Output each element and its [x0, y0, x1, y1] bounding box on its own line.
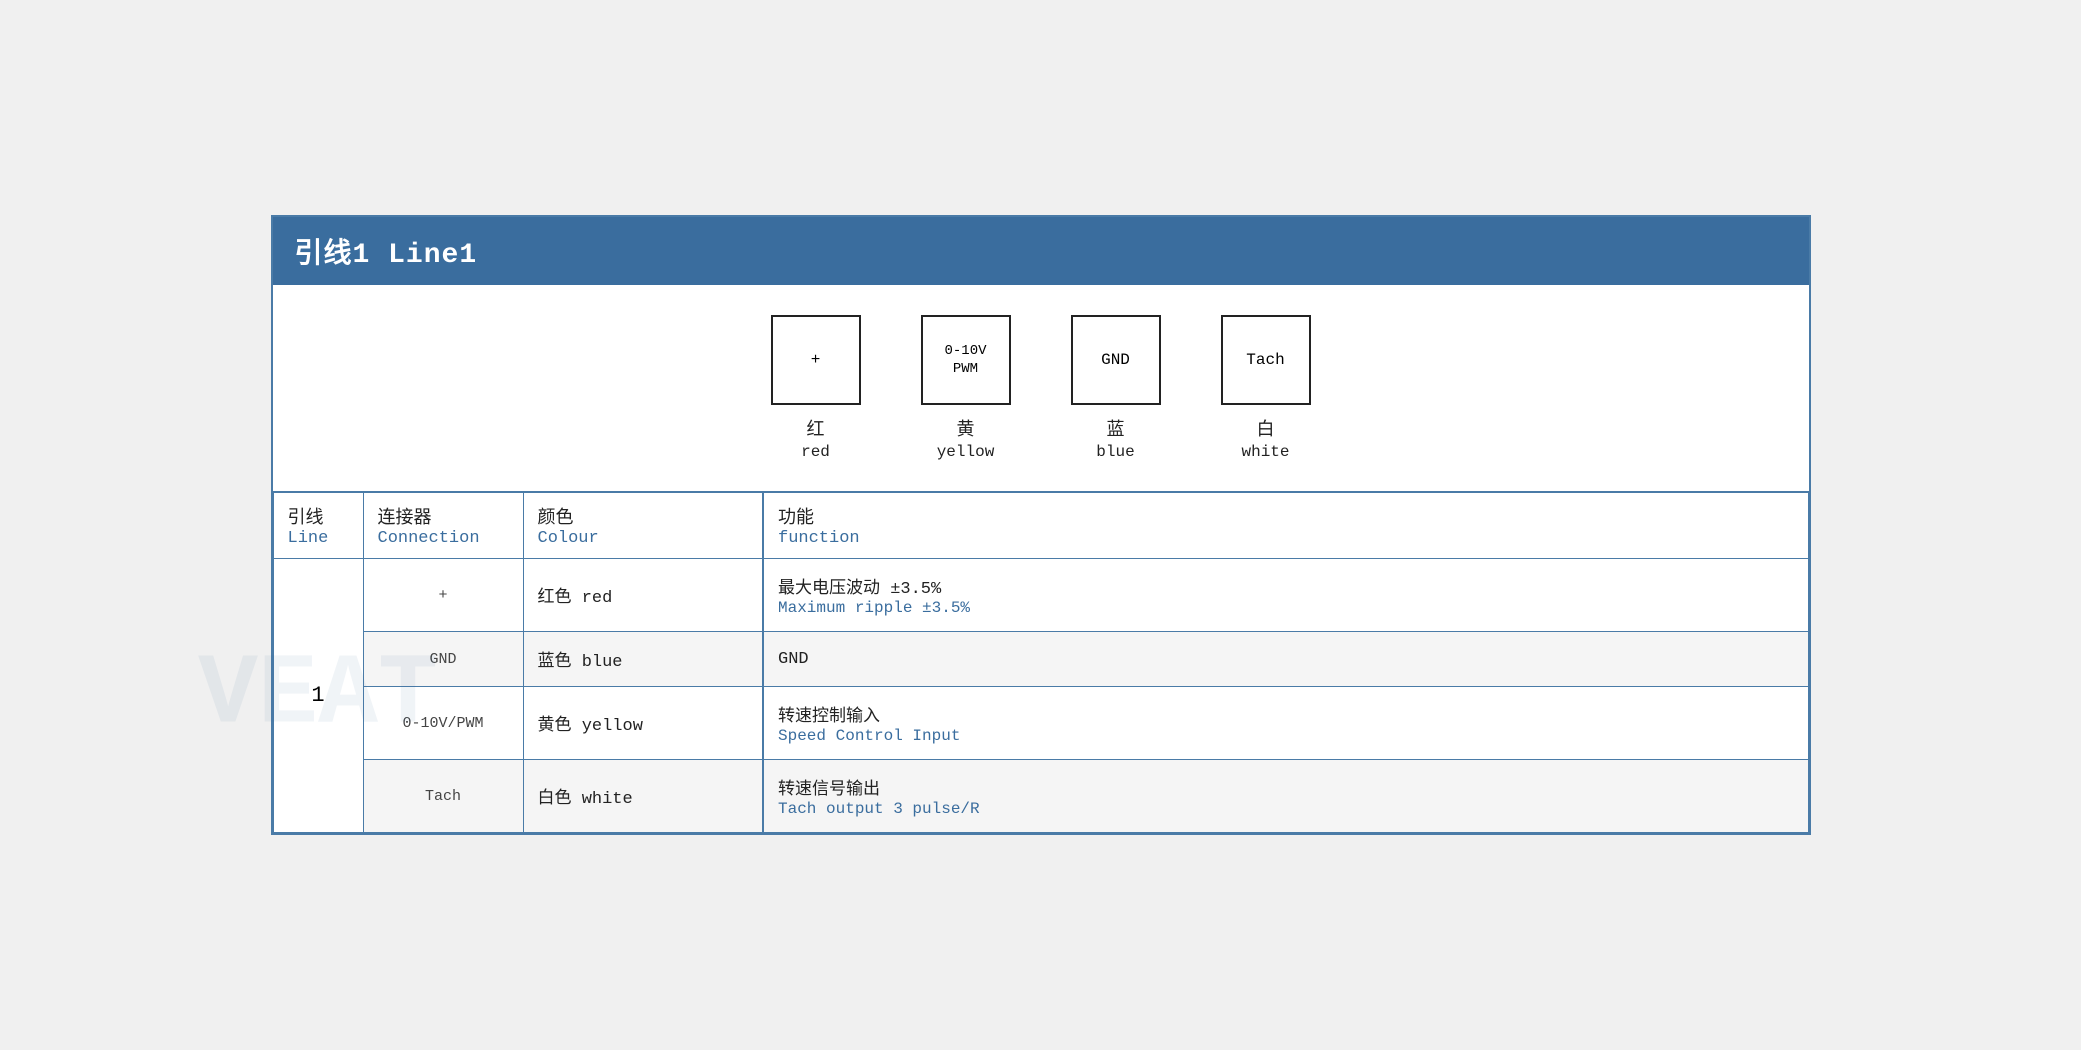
terminal-plus: + 红 red: [771, 315, 861, 461]
conn-gnd: GND: [363, 632, 523, 687]
table-row-1-pwm: 0-10V/PWM 黄色 yellow 转速控制输入 Speed Control…: [273, 687, 1808, 760]
func-zh-gnd: GND: [778, 650, 1794, 669]
terminal-en-red: red: [801, 443, 830, 461]
terminal-en-yellow: yellow: [937, 443, 995, 461]
terminal-label-tach: 白 white: [1241, 415, 1289, 461]
main-container: 引线1 Line1 + 红 red 0-10VPWM: [271, 215, 1811, 835]
colour-white: 白色 white: [523, 760, 763, 833]
header-conn-en: Connection: [378, 529, 509, 548]
colour-red: 红色 red: [523, 559, 763, 632]
table-header-row: 引线 Line 连接器 Connection 颜色 Colour 功能 func…: [273, 492, 1808, 559]
terminal-box-plus: +: [771, 315, 861, 405]
conn-tach: Tach: [363, 760, 523, 833]
terminal-label-plus: 红 red: [801, 415, 830, 461]
terminal-gnd: GND 蓝 blue: [1071, 315, 1161, 461]
header-func-cell: 功能 function: [763, 492, 1808, 559]
header-colour-cell: 颜色 Colour: [523, 492, 763, 559]
func-gnd: GND: [763, 632, 1808, 687]
terminal-en-white: white: [1241, 443, 1289, 461]
func-zh-pwm: 转速控制输入: [778, 701, 1794, 727]
header-colour-en: Colour: [538, 529, 749, 548]
terminal-zh-white: 白: [1256, 415, 1274, 441]
diagram-inner: + 红 red 0-10VPWM 黄 yellow: [293, 315, 1788, 461]
func-en-plus: Maximum ripple ±3.5%: [778, 599, 1794, 617]
table-row-1-tach: Tach 白色 white 转速信号输出 Tach output 3 pulse…: [273, 760, 1808, 833]
func-pwm: 转速控制输入 Speed Control Input: [763, 687, 1808, 760]
terminal-zh-yellow: 黄: [956, 415, 974, 441]
header-func-zh: 功能: [778, 503, 1794, 529]
table-row-1-plus: VEAT 1 + 红色 red 最大电压波动 ±3.5% Maximum rip…: [273, 559, 1808, 632]
terminal-en-blue: blue: [1096, 443, 1134, 461]
header-line-cell: 引线 Line: [273, 492, 363, 559]
terminal-box-gnd: GND: [1071, 315, 1161, 405]
terminal-zh-red: 红: [807, 415, 825, 441]
terminal-tach: Tach 白 white: [1221, 315, 1311, 461]
header-func-en: function: [778, 529, 1794, 548]
func-zh-plus: 最大电压波动 ±3.5%: [778, 573, 1794, 599]
terminal-box-pwm: 0-10VPWM: [921, 315, 1011, 405]
header-conn-zh: 连接器: [378, 503, 509, 529]
terminal-label-gnd: 蓝 blue: [1096, 415, 1134, 461]
func-zh-tach: 转速信号输出: [778, 774, 1794, 800]
line-number-cell-1: VEAT 1: [273, 559, 363, 833]
diagram-row: + 红 red 0-10VPWM 黄 yellow: [273, 285, 1808, 492]
func-en-pwm: Speed Control Input: [778, 727, 1794, 745]
terminal-label-pwm: 黄 yellow: [937, 415, 995, 461]
func-tach: 转速信号输出 Tach output 3 pulse/R: [763, 760, 1808, 833]
header-line-zh: 引线: [288, 503, 349, 529]
title-bar: 引线1 Line1: [273, 217, 1809, 285]
header-colour-zh: 颜色: [538, 503, 749, 529]
table-row-1-gnd: GND 蓝色 blue GND: [273, 632, 1808, 687]
terminal-box-tach: Tach: [1221, 315, 1311, 405]
main-table: + 红 red 0-10VPWM 黄 yellow: [273, 285, 1809, 833]
colour-yellow: 黄色 yellow: [523, 687, 763, 760]
terminal-zh-blue: 蓝: [1107, 415, 1125, 441]
header-conn-cell: 连接器 Connection: [363, 492, 523, 559]
header-line-en: Line: [288, 529, 349, 548]
func-en-tach: Tach output 3 pulse/R: [778, 800, 1794, 818]
conn-plus: +: [363, 559, 523, 632]
page-title: 引线1 Line1: [295, 240, 478, 271]
diagram-cell: + 红 red 0-10VPWM 黄 yellow: [273, 285, 1808, 492]
terminal-pwm: 0-10VPWM 黄 yellow: [921, 315, 1011, 461]
func-plus: 最大电压波动 ±3.5% Maximum ripple ±3.5%: [763, 559, 1808, 632]
conn-pwm: 0-10V/PWM: [363, 687, 523, 760]
colour-blue: 蓝色 blue: [523, 632, 763, 687]
